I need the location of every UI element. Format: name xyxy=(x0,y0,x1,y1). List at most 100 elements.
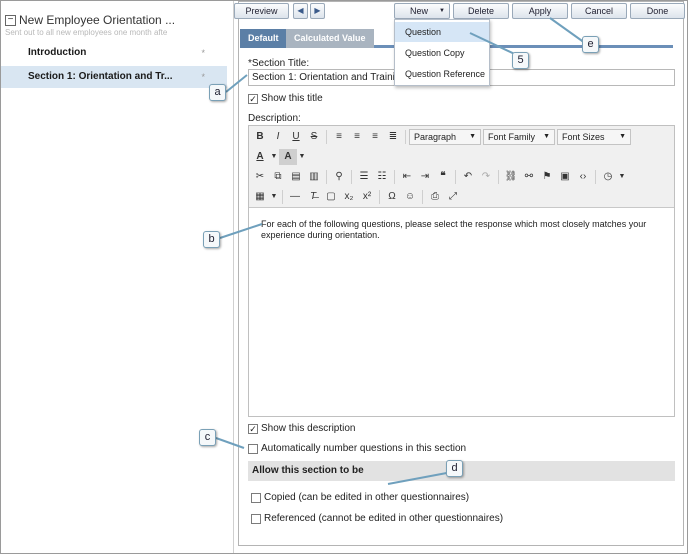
sidebar: − New Employee Orientation ... Sent out … xyxy=(1,1,233,553)
superscript-icon[interactable]: x² xyxy=(358,189,376,205)
text-color-icon[interactable]: A xyxy=(251,149,269,165)
bookmark-icon[interactable]: ⚑ xyxy=(538,169,556,185)
font-family-select[interactable]: Font Family ▼ xyxy=(483,129,555,145)
background-color-icon[interactable]: A xyxy=(279,149,297,165)
align-right-icon[interactable]: ≡ xyxy=(366,129,384,145)
code-icon[interactable]: ‹› xyxy=(574,169,592,185)
horizontal-rule-icon[interactable]: — xyxy=(286,189,304,205)
blockquote-icon[interactable]: ❝ xyxy=(434,169,452,185)
toolbar-separator xyxy=(422,190,423,204)
link-icon[interactable]: ⛓ xyxy=(502,169,520,185)
toolbar-separator xyxy=(498,170,499,184)
underline-icon[interactable]: U xyxy=(287,129,305,145)
collapse-icon[interactable]: − xyxy=(5,14,16,26)
find-icon[interactable]: ⚲ xyxy=(330,169,348,185)
required-marker-icon: * xyxy=(201,72,205,82)
questionnaire-title[interactable]: New Employee Orientation ... xyxy=(19,13,175,27)
chevron-down-icon[interactable]: ▼ xyxy=(439,4,445,18)
tab-calculated-value[interactable]: Calculated Value xyxy=(286,29,374,48)
toolbar-separator xyxy=(595,170,596,184)
fullscreen-icon[interactable]: ⤢ xyxy=(444,189,462,205)
image-icon[interactable]: ▣ xyxy=(556,169,574,185)
indent-icon[interactable]: ⇥ xyxy=(416,169,434,185)
tab-default[interactable]: Default xyxy=(240,29,287,48)
next-arrow-icon[interactable]: ▶ xyxy=(310,3,325,19)
chevron-down-icon[interactable]: ▼ xyxy=(617,169,627,185)
undo-icon[interactable]: ↶ xyxy=(459,169,477,185)
toolbar-separator xyxy=(326,130,327,144)
paste-icon[interactable]: ▤ xyxy=(287,169,305,185)
toolbar-separator xyxy=(326,170,327,184)
toolbar-separator xyxy=(394,170,395,184)
menu-item-question-copy[interactable]: Question Copy xyxy=(395,43,489,63)
chevron-down-icon[interactable]: ▼ xyxy=(269,149,279,165)
font-sizes-select[interactable]: Font Sizes ▼ xyxy=(557,129,631,145)
referenced-checkbox[interactable] xyxy=(251,514,261,524)
auto-number-checkbox[interactable] xyxy=(248,444,258,454)
paragraph-select-label: Paragraph xyxy=(414,132,457,142)
toolbar-separator xyxy=(282,190,283,204)
copy-icon[interactable]: ⧉ xyxy=(269,169,287,185)
select-all-icon[interactable]: ▢ xyxy=(322,189,340,205)
chevron-down-icon[interactable]: ▼ xyxy=(297,149,307,165)
strikethrough-icon[interactable]: S xyxy=(305,129,323,145)
align-left-icon[interactable]: ≡ xyxy=(330,129,348,145)
cancel-button[interactable]: Cancel xyxy=(571,3,627,19)
paste-text-icon[interactable]: ▥ xyxy=(305,169,323,185)
unlink-icon[interactable]: ⚯ xyxy=(520,169,538,185)
new-dropdown-menu: Question Question Copy Question Referenc… xyxy=(394,19,490,86)
description-editor: B I U S ≡ ≡ ≡ ≣ Paragraph ▼ Font Family ▼ … xyxy=(248,125,675,417)
callout-b: b xyxy=(203,231,220,248)
show-title-checkbox[interactable]: ✓ xyxy=(248,94,258,104)
editor-toolbar: B I U S ≡ ≡ ≡ ≣ Paragraph ▼ Font Family ▼ … xyxy=(249,126,674,208)
toolbar-separator xyxy=(405,130,406,144)
subscript-icon[interactable]: x₂ xyxy=(340,189,358,205)
new-button[interactable]: New ▼ xyxy=(394,3,450,19)
sidebar-item-label: Section 1: Orientation and Tr... xyxy=(28,71,173,82)
sidebar-item-section-1[interactable]: Section 1: Orientation and Tr... * xyxy=(1,66,227,88)
show-description-checkbox[interactable]: ✓ xyxy=(248,424,258,434)
description-label: Description: xyxy=(248,113,301,124)
chevron-down-icon[interactable]: ▼ xyxy=(269,189,279,205)
menu-item-question-reference[interactable]: Question Reference xyxy=(395,64,489,84)
paragraph-select[interactable]: Paragraph ▼ xyxy=(409,129,481,145)
special-character-icon[interactable]: Ω xyxy=(383,189,401,205)
copied-checkbox[interactable] xyxy=(251,493,261,503)
bullet-list-icon[interactable]: ☰ xyxy=(355,169,373,185)
section-title-label: *Section Title: xyxy=(248,58,310,69)
print-icon[interactable]: ⎙ xyxy=(426,189,444,205)
align-center-icon[interactable]: ≡ xyxy=(348,129,366,145)
bold-icon[interactable]: B xyxy=(251,129,269,145)
numbered-list-icon[interactable]: ☷ xyxy=(373,169,391,185)
toolbar-separator xyxy=(455,170,456,184)
previous-arrow-icon[interactable]: ◀ xyxy=(293,3,308,19)
toolbar-separator xyxy=(351,170,352,184)
emoticon-icon[interactable]: ☺ xyxy=(401,189,419,205)
apply-button[interactable]: Apply xyxy=(512,3,568,19)
done-button[interactable]: Done xyxy=(630,3,685,19)
sidebar-item-label: Introduction xyxy=(28,47,87,58)
sidebar-divider xyxy=(233,1,234,553)
clock-icon[interactable]: ◷ xyxy=(599,169,617,185)
menu-item-question[interactable]: Question xyxy=(395,22,489,42)
referenced-label: Referenced (cannot be edited in other qu… xyxy=(264,513,504,524)
italic-icon[interactable]: I xyxy=(269,129,287,145)
sidebar-item-introduction[interactable]: Introduction * xyxy=(1,42,227,64)
callout-c: c xyxy=(199,429,216,446)
chevron-down-icon: ▼ xyxy=(469,133,476,140)
editor-toolbar-row-2: A ▼ A ▼ xyxy=(251,148,307,166)
tree-header: − New Employee Orientation ... xyxy=(5,13,175,27)
cut-icon[interactable]: ✂ xyxy=(251,169,269,185)
clear-formatting-icon[interactable]: T̶ xyxy=(304,189,322,205)
delete-button[interactable]: Delete xyxy=(453,3,509,19)
table-icon[interactable]: ▦ xyxy=(251,189,269,205)
align-justify-icon[interactable]: ≣ xyxy=(384,129,402,145)
description-text-area[interactable]: For each of the following questions, ple… xyxy=(261,219,666,241)
questionnaire-subtitle: Sent out to all new employees one month … xyxy=(5,28,168,37)
callout-e: e xyxy=(582,36,599,53)
outdent-icon[interactable]: ⇤ xyxy=(398,169,416,185)
redo-icon[interactable]: ↷ xyxy=(477,169,495,185)
preview-button[interactable]: Preview xyxy=(234,3,289,19)
editor-toolbar-row-4: ▦ ▼ — T̶ ▢ x₂ x² Ω ☺ ⎙ ⤢ xyxy=(251,188,462,206)
editor-toolbar-row-3: ✂ ⧉ ▤ ▥ ⚲ ☰ ☷ ⇤ ⇥ ❝ ↶ ↷ ⛓ ⚯ ⚑ ▣ ‹› ◷ ▼ xyxy=(251,168,627,186)
